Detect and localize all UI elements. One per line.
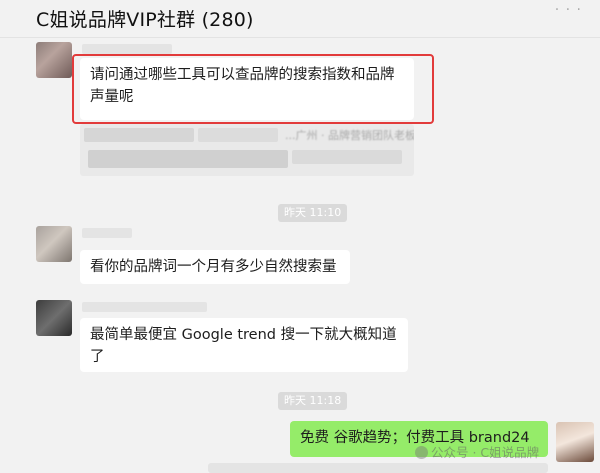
- avatar[interactable]: [36, 226, 72, 262]
- more-options-icon[interactable]: · · ·: [555, 2, 582, 18]
- my-avatar[interactable]: [556, 422, 594, 462]
- quote-blur: [198, 128, 278, 142]
- quote-blur: [84, 128, 194, 142]
- wechat-logo-icon: [415, 446, 428, 459]
- avatar[interactable]: [36, 300, 72, 336]
- highlight-box: [72, 54, 434, 124]
- watermark-text: 公众号 · C姐说品牌: [431, 445, 540, 460]
- quote-blur: [88, 150, 288, 168]
- timestamp: 昨天 11:10: [278, 204, 348, 222]
- watermark: 公众号 · C姐说品牌: [415, 442, 539, 461]
- quote-blur: [292, 150, 402, 164]
- quoted-message-card[interactable]: ...广州 · 品牌营销团队老板核心指标...: [80, 124, 414, 176]
- message-bubble[interactable]: 看你的品牌词一个月有多少自然搜索量: [80, 250, 350, 284]
- message-bubble[interactable]: 最简单最便宜 Google trend 搜一下就大概知道了: [80, 318, 408, 372]
- avatar[interactable]: [36, 42, 72, 78]
- sender-name-blurred: [82, 228, 132, 238]
- chat-title[interactable]: C姐说品牌VIP社群 (280): [36, 5, 254, 32]
- next-message-partial: [208, 463, 548, 473]
- sender-name-blurred: [82, 44, 172, 54]
- quote-text: ...广州 · 品牌营销团队老板核心指标...: [285, 129, 414, 142]
- chat-header: C姐说品牌VIP社群 (280) · · ·: [0, 0, 600, 38]
- sender-name-blurred: [82, 302, 207, 312]
- header-divider: [0, 37, 600, 38]
- timestamp: 昨天 11:18: [278, 392, 348, 410]
